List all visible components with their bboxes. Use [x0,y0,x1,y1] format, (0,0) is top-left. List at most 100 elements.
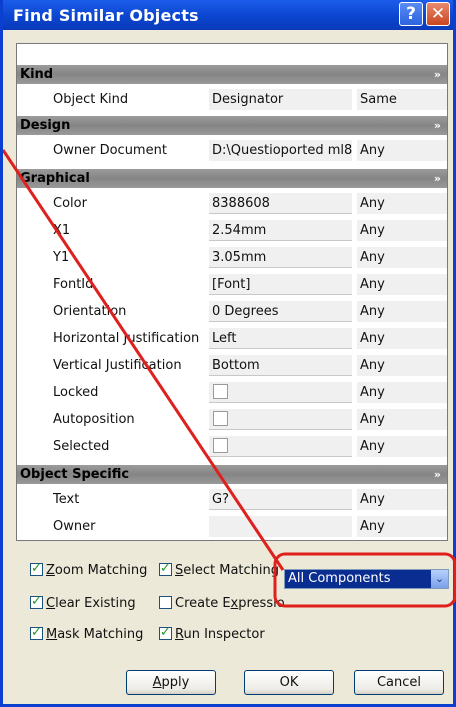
option-label: lear Existing [55,596,136,611]
match-condition[interactable]: Any [357,409,447,430]
category-label: Kind [20,67,54,82]
property-value: G? [209,489,352,510]
property-row-vertical-justification[interactable]: Vertical Justification Bottom Any [17,353,447,379]
property-value: Bottom [209,355,352,376]
property-label: Color [53,196,87,211]
match-condition[interactable]: Any [357,301,447,322]
property-label: Text [53,492,80,507]
option-label: pressio [238,596,285,611]
checkbox-box[interactable] [159,596,172,609]
accelerator-key: Z [46,563,55,578]
clear-existing-checkbox[interactable]: ✓ Clear Existing [30,594,136,613]
property-value [209,436,352,457]
close-button[interactable]: ✕ [426,2,450,26]
match-condition[interactable]: Any [357,355,447,376]
category-label: Graphical [20,171,90,186]
property-value: 8388608 [209,193,352,214]
title-bar[interactable]: Find Similar Objects ? ✕ [3,0,453,30]
collapse-chevron-icon[interactable]: » [434,169,441,188]
checkbox-box[interactable]: ✓ [30,594,43,609]
property-label: Selected [53,439,110,454]
property-row-x1[interactable]: X1 2.54mm Any [17,218,447,244]
property-row-orientation[interactable]: Orientation 0 Degrees Any [17,299,447,325]
match-condition[interactable]: Any [357,140,447,161]
property-label: Vertical Justification [53,358,182,373]
ok-button[interactable]: OK [244,670,334,695]
dialog-title: Find Similar Objects [13,6,199,25]
help-button[interactable]: ? [399,2,423,26]
match-condition[interactable]: Any [357,382,447,403]
match-condition[interactable]: Any [357,193,447,214]
run-inspector-checkbox[interactable]: ✓ Run Inspector [159,625,265,644]
checkmark-icon: ✓ [160,625,171,640]
property-row-selected[interactable]: Selected Any [17,434,447,460]
checkbox-box[interactable]: ✓ [30,561,43,576]
match-condition[interactable]: Any [357,516,447,537]
category-design[interactable]: Design » [17,116,447,135]
match-condition[interactable]: Any [357,489,447,510]
property-row-object-kind[interactable]: Object Kind Designator Same [17,87,447,113]
category-object-specific[interactable]: Object Specific » [17,465,447,484]
property-label: X1 [53,223,71,238]
autoposition-checkbox[interactable] [213,411,228,426]
accelerator-key: M [46,627,58,642]
scope-selected-value: All Components [288,571,391,586]
property-row-y1[interactable]: Y1 3.05mm Any [17,245,447,271]
property-row-color[interactable]: Color 8388608 Any [17,191,447,217]
select-matching-checkbox[interactable]: ✓ Select Matching [159,561,280,580]
property-label: FontId [53,277,94,292]
property-row-fontid[interactable]: FontId [Font] Any [17,272,447,298]
checkbox-box[interactable]: ✓ [159,561,172,576]
property-grid: Kind » Object Kind Designator Same Desig… [16,43,448,541]
property-value [209,382,352,403]
category-label: Design [20,118,71,133]
match-condition[interactable]: Any [357,220,447,241]
cancel-button[interactable]: Cancel [354,670,444,695]
option-label: ask Matching [57,627,144,642]
property-label: Owner [53,519,96,534]
property-row-autoposition[interactable]: Autoposition Any [17,407,447,433]
property-row-owner[interactable]: Owner Any [17,514,447,540]
collapse-chevron-icon[interactable]: » [434,116,441,135]
dropdown-arrow-icon[interactable]: ⌄ [431,570,448,588]
checkbox-box[interactable]: ✓ [30,625,43,640]
property-label: Object Kind [53,92,129,107]
mask-matching-checkbox[interactable]: ✓ Mask Matching [30,625,144,644]
checkbox-box[interactable]: ✓ [159,625,172,640]
selected-checkbox[interactable] [213,438,228,453]
property-value: Left [209,328,352,349]
button-label: pply [161,675,190,690]
category-kind[interactable]: Kind » [17,65,447,84]
option-label-prefix: Create E [175,596,231,611]
collapse-chevron-icon[interactable]: » [434,65,441,84]
property-row-text[interactable]: Text G? Any [17,487,447,513]
match-condition[interactable]: Same [357,89,447,110]
accelerator-key: A [152,675,162,690]
property-row-owner-document[interactable]: Owner Document D:\Questioported ml85 Any [17,138,447,164]
scope-dropdown[interactable]: All Components ⌄ [284,569,449,589]
category-graphical[interactable]: Graphical » [17,169,447,188]
locked-checkbox[interactable] [213,384,228,399]
property-value [209,516,352,537]
option-label: un Inspector [183,627,265,642]
option-label: oom Matching [54,563,148,578]
checkmark-icon: ✓ [31,594,42,609]
property-value: Designator [209,89,352,110]
match-condition[interactable]: Any [357,274,447,295]
match-condition[interactable]: Any [357,247,447,268]
match-condition[interactable]: Any [357,328,447,349]
apply-button[interactable]: Apply [126,670,216,695]
checkmark-icon: ✓ [31,625,42,640]
property-label: Horizontal Justification [53,331,200,346]
collapse-chevron-icon[interactable]: » [434,465,441,484]
property-label: Owner Document [53,143,167,158]
option-label: elect Matching [183,563,280,578]
zoom-matching-checkbox[interactable]: ✓ Zoom Matching [30,561,148,580]
checkmark-icon: ✓ [31,561,42,576]
property-label: Orientation [53,304,127,319]
property-row-horizontal-justification[interactable]: Horizontal Justification Left Any [17,326,447,352]
match-condition[interactable]: Any [357,436,447,457]
property-label: Y1 [53,250,70,265]
property-row-locked[interactable]: Locked Any [17,380,447,406]
create-expression-checkbox[interactable]: Create Expressio [159,595,285,613]
